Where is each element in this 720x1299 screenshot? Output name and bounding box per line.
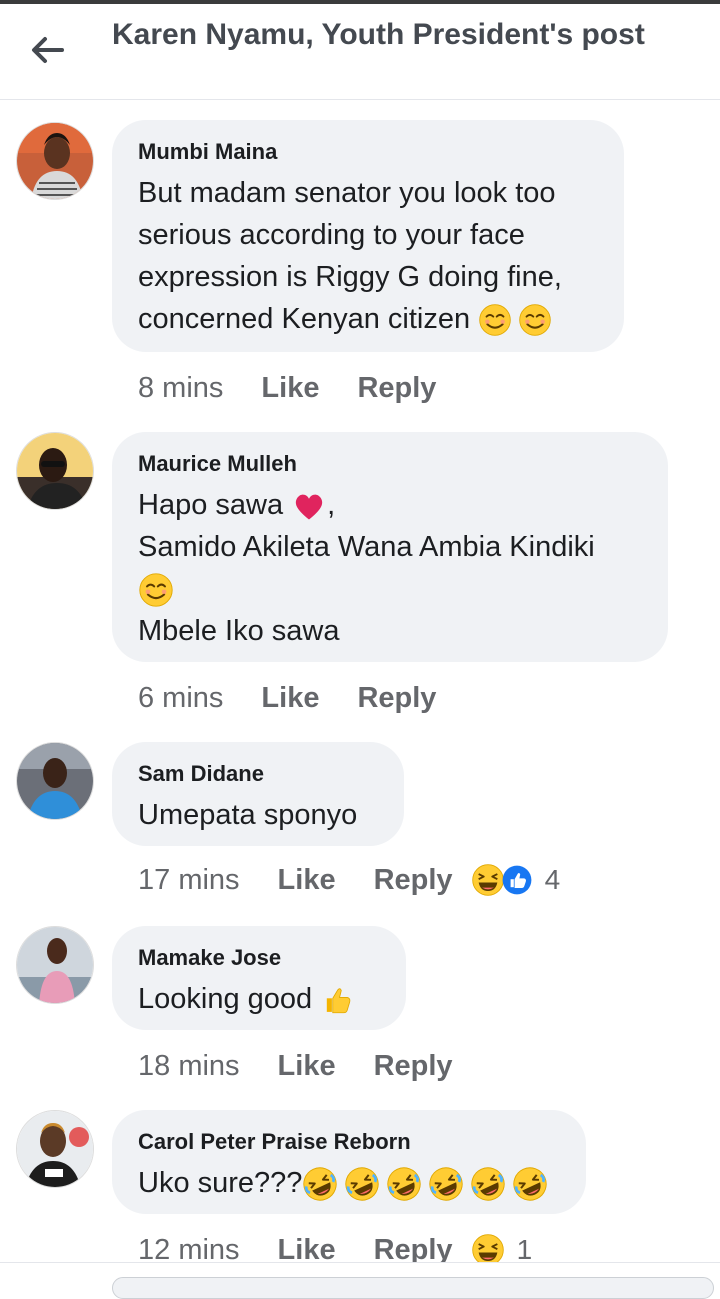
comment-bubble[interactable]: Mumbi Maina But madam senator you look t…	[112, 120, 624, 352]
reply-button[interactable]: Reply	[374, 864, 453, 897]
reply-button[interactable]: Reply	[357, 682, 436, 715]
top-bar: Karen Nyamu, Youth President's post	[0, 0, 720, 100]
comment-author[interactable]: Mumbi Maina	[138, 138, 596, 166]
smiling-face-icon	[138, 572, 174, 608]
comment-bubble[interactable]: Mamake Jose Looking good	[112, 926, 406, 1030]
comment-text-line: Samido Akileta Wana Ambia Kindiki	[138, 531, 595, 563]
comment-input[interactable]	[112, 1277, 714, 1299]
avatar[interactable]	[16, 742, 94, 820]
comment-author[interactable]: Maurice Mulleh	[138, 450, 640, 478]
comment-time[interactable]: 6 mins	[138, 682, 223, 715]
reply-button[interactable]: Reply	[357, 372, 436, 405]
comment-text-line: ,	[327, 489, 336, 521]
rolling-laughing-face-icon	[512, 1166, 548, 1202]
avatar[interactable]	[16, 432, 94, 510]
comment-author[interactable]: Carol Peter Praise Reborn	[138, 1128, 558, 1156]
comment-composer-bar	[0, 1262, 720, 1299]
comment-text: Hapo sawa , Samido Akileta Wana Ambia Ki…	[138, 484, 640, 652]
rolling-laughing-face-icon	[386, 1166, 422, 1202]
comment-text-line: Mbele Iko sawa	[138, 615, 340, 647]
like-button[interactable]: Like	[278, 1050, 336, 1083]
comment-meta: 6 mins Like Reply	[138, 678, 454, 718]
comment-time[interactable]: 18 mins	[138, 1050, 240, 1083]
comment-text-line: Looking good	[138, 983, 313, 1015]
reply-button[interactable]: Reply	[374, 1050, 453, 1083]
comment-bubble[interactable]: Sam Didane Umepata sponyo	[112, 742, 404, 846]
comment-meta: 18 mins Like Reply	[138, 1046, 471, 1086]
rolling-laughing-face-icon	[302, 1166, 338, 1202]
reaction-count: 4	[544, 864, 561, 895]
comment-bubble[interactable]: Maurice Mulleh Hapo sawa , Samido Akilet…	[112, 432, 668, 662]
comment-author[interactable]: Sam Didane	[138, 760, 376, 788]
thumbs-up-icon	[501, 864, 533, 896]
comment-meta: 8 mins Like Reply	[138, 368, 454, 408]
comment-text: But madam senator you look too serious a…	[138, 172, 596, 340]
comment-author[interactable]: Mamake Jose	[138, 944, 378, 972]
like-button[interactable]: Like	[278, 864, 336, 897]
comment-text-line: Hapo sawa	[138, 489, 284, 521]
arrow-left-icon	[32, 37, 64, 63]
comment-text-line: Uko sure???	[138, 1167, 303, 1199]
smiling-face-icon	[478, 303, 512, 337]
avatar[interactable]	[16, 926, 94, 1004]
comment-text: Uko sure???	[138, 1162, 558, 1204]
avatar[interactable]	[16, 122, 94, 200]
back-button[interactable]	[24, 30, 72, 70]
comment-time[interactable]: 8 mins	[138, 372, 223, 405]
rolling-laughing-face-icon	[344, 1166, 380, 1202]
like-button[interactable]: Like	[261, 372, 319, 405]
comment-text: Looking good	[138, 978, 378, 1020]
comment-meta: 17 mins Like Reply 4	[138, 860, 560, 900]
rolling-laughing-face-icon	[470, 1166, 506, 1202]
thumbs-up-icon	[320, 983, 354, 1017]
comment-time[interactable]: 17 mins	[138, 864, 240, 897]
reaction-summary[interactable]: 4	[471, 863, 561, 897]
rolling-laughing-face-icon	[428, 1166, 464, 1202]
comment-bubble[interactable]: Carol Peter Praise Reborn Uko sure???	[112, 1110, 586, 1214]
smiling-face-icon	[518, 303, 552, 337]
like-button[interactable]: Like	[261, 682, 319, 715]
comment-text: Umepata sponyo	[138, 799, 358, 831]
avatar[interactable]	[16, 1110, 94, 1188]
laughing-face-icon	[471, 863, 505, 897]
page-title: Karen Nyamu, Youth President's post	[112, 18, 645, 51]
red-heart-icon	[291, 488, 327, 524]
